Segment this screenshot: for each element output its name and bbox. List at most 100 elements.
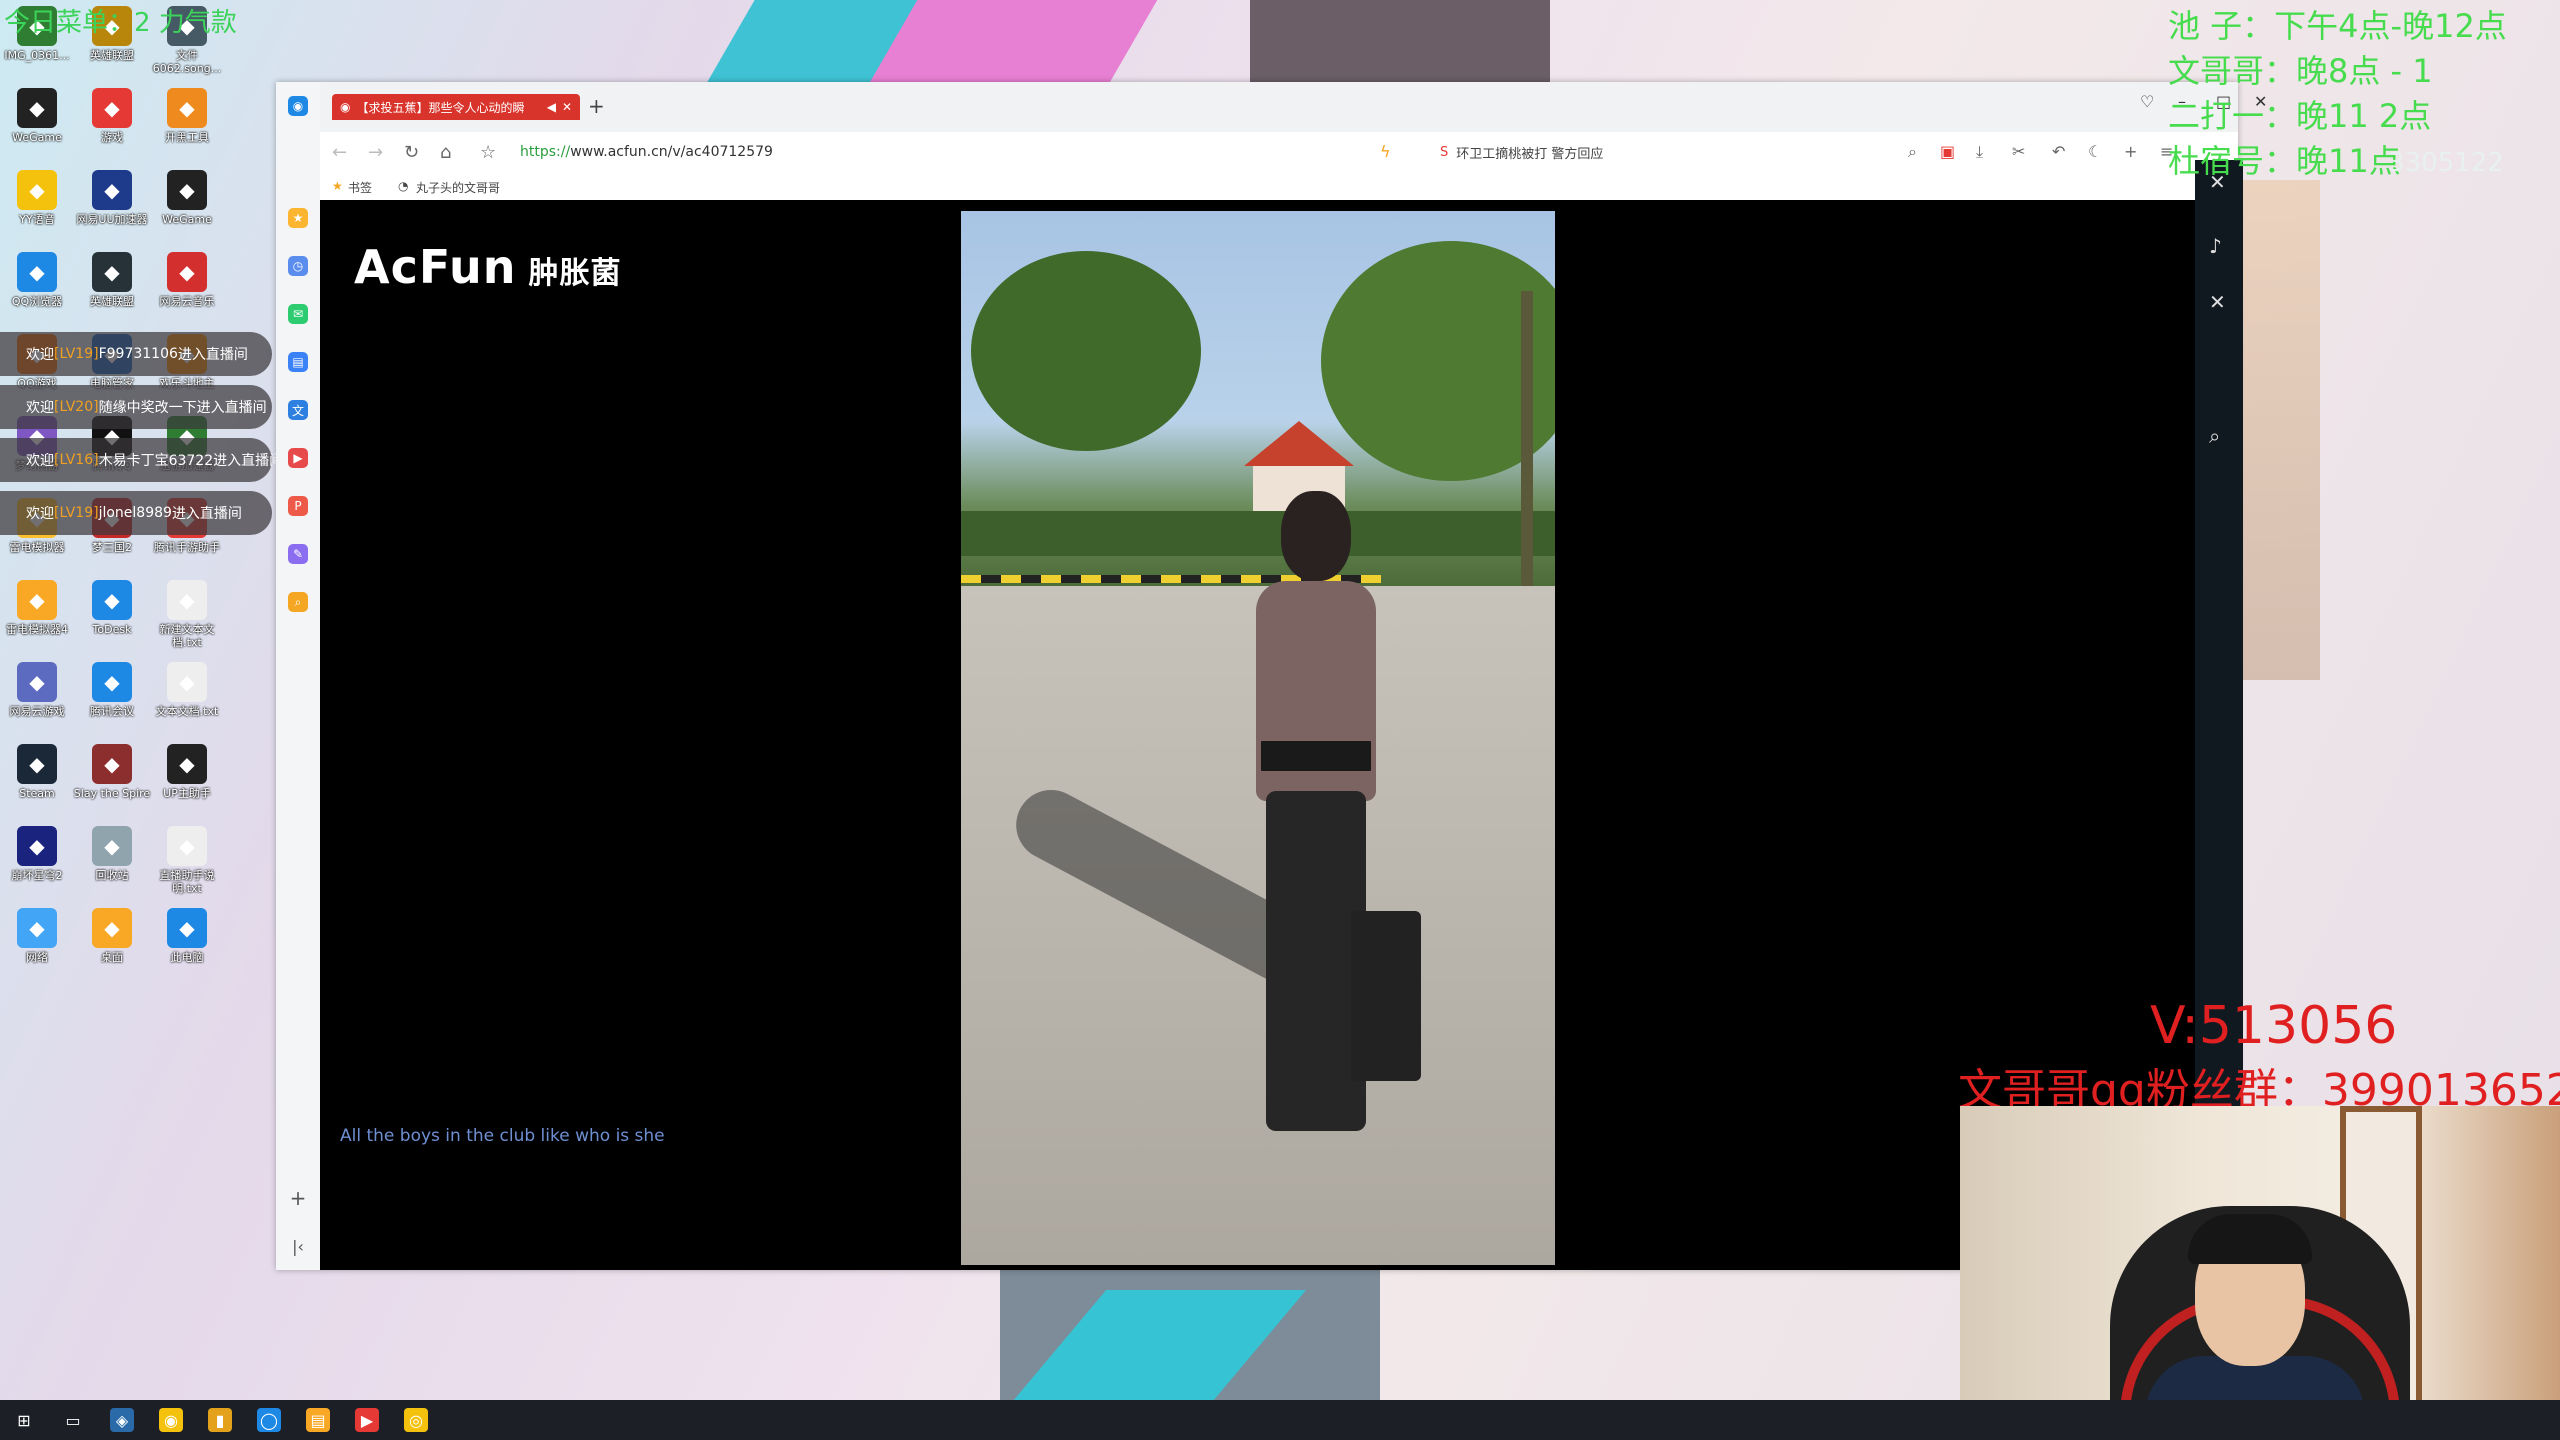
desktop-icon[interactable]: ◆ 回收站 [77, 826, 147, 882]
schedule-line: 文哥哥：晚8点 - 1 [2168, 52, 2433, 90]
wps-icon[interactable]: ▶ [355, 1408, 379, 1432]
game-icon: ◆ [92, 88, 132, 128]
desktop-icon-label: 雷电模拟器4 [6, 623, 68, 636]
bell-icon[interactable]: ♪ [2209, 234, 2222, 258]
collapse-sidebar-icon[interactable]: |‹ [288, 1236, 308, 1256]
back-icon[interactable]: ← [332, 142, 347, 163]
chat-level: [LV19] [54, 346, 99, 362]
history-icon[interactable]: ◷ [288, 256, 308, 276]
url-field[interactable]: https://www.acfun.cn/v/ac40712579 [520, 144, 773, 160]
text-file-icon: ◆ [167, 826, 207, 866]
close-icon[interactable]: ✕ [2209, 290, 2226, 314]
desktop-icon[interactable]: ◆ 雷电模拟器4 [2, 580, 72, 636]
bookmark-item[interactable]: 书签 [348, 179, 372, 196]
refresh-icon[interactable]: ↻ [404, 142, 419, 163]
desktop-icon[interactable]: ◆ 网络 [2, 908, 72, 964]
desktop-icon[interactable]: ◆ 英雄联盟 [77, 252, 147, 308]
video-icon[interactable]: ▶ [288, 448, 308, 468]
todesk-icon: ◆ [92, 580, 132, 620]
lightning-icon[interactable]: ϟ [1380, 142, 1391, 161]
page-content: AcFun 肿胀菌 All the boys in the club like w… [320, 200, 2238, 1270]
new-tab-icon[interactable]: + [588, 94, 605, 118]
file-explorer-icon[interactable]: ▤ [306, 1408, 330, 1432]
forward-icon[interactable]: → [368, 142, 383, 163]
skin-icon[interactable]: ♡ [2140, 92, 2154, 111]
desktop-icon[interactable]: ◆ QQ浏览器 [2, 252, 72, 308]
desktop-icon[interactable]: ◆ 网易UU加速器 [76, 170, 148, 226]
desktop-icon[interactable]: ◆ UP主助手 [152, 744, 222, 800]
undo-icon[interactable]: ↶ [2052, 142, 2065, 161]
desktop-icon[interactable]: ◆ 网易云游戏 [2, 662, 72, 718]
acfun-favicon-icon: ◉ [340, 100, 351, 114]
desktop-icon[interactable]: ◆ 文本文档.txt [152, 662, 222, 718]
chrome-icon[interactable]: ◉ [159, 1408, 183, 1432]
night-mode-icon[interactable]: ☾ [2088, 142, 2102, 161]
stream-app-icon[interactable]: ◈ [110, 1408, 134, 1432]
screenshot-icon[interactable]: ✂ [2012, 142, 2025, 161]
desktop-icon-label: 此电脑 [170, 951, 204, 964]
bookmark-star-icon[interactable]: ☆ [480, 142, 496, 163]
desktop-icon[interactable]: ◆ WeGame [2, 88, 72, 144]
logo-text: AcFun [354, 240, 517, 294]
desktop-icon[interactable]: ◆ 腾讯会议 [77, 662, 147, 718]
search-box[interactable]: S 环卫工摘桃被打 警方回应 [1440, 140, 1700, 164]
video-player[interactable] [961, 211, 1555, 1265]
chat-message: 欢迎 [LV16] 木易卡丁宝63722 进入直播间 [0, 438, 283, 482]
desktop-icon[interactable]: ◆ 此电脑 [152, 908, 222, 964]
lol-icon: ◆ [92, 252, 132, 292]
search-icon[interactable]: ⌕ [1908, 142, 1917, 162]
bookmark-star-icon: ★ [332, 179, 343, 193]
mute-icon[interactable]: ◀ [547, 100, 556, 114]
desktop-icon[interactable]: ◆ 网易云音乐 [152, 252, 222, 308]
search-icon[interactable]: ⌕ [2209, 424, 2220, 448]
desktop-icon-label: 英雄联盟 [90, 49, 134, 62]
desktop-icon[interactable]: ◆ 开黑工具 [152, 88, 222, 144]
home-icon[interactable]: ⌂ [440, 142, 451, 163]
desktop-icon[interactable]: ◆ Slay the Spire [74, 744, 150, 800]
search-tool-icon[interactable]: ⌕ [288, 592, 308, 612]
schedule-line: 池 子：下午4点-晚12点 [2168, 7, 2507, 45]
desktop-icon[interactable]: ◆ Steam [2, 744, 72, 800]
bookmark-item[interactable]: 丸子头的文哥哥 [416, 179, 500, 196]
extension-icon[interactable]: ▣ [1940, 142, 1955, 161]
chat-user: jlonel8989 [98, 505, 172, 521]
desktop-icon[interactable]: ◆ 崩坏星穹2 [2, 826, 72, 882]
download-icon[interactable]: ⤓ [1976, 142, 1983, 162]
tab-close-icon[interactable]: ✕ [562, 100, 572, 114]
desktop-icon-label: Slay the Spire [73, 787, 151, 800]
browser-sidebar: ◉ ★ ◷ ✉ ▤ 文 ▶ P ✎ ⌕ + |‹ [276, 82, 321, 1270]
edit-icon[interactable]: ✎ [288, 544, 308, 564]
video-tree [1321, 241, 1555, 481]
pdf-icon[interactable]: P [288, 496, 308, 516]
desktop-icon[interactable]: ◆ WeGame [152, 170, 222, 226]
desktop-icon[interactable]: ◆ YY语音 [2, 170, 72, 226]
windows-start-icon[interactable]: ⊞ [12, 1408, 36, 1432]
desktop-icon[interactable]: ◆ 桌面 [77, 908, 147, 964]
file-app-icon[interactable]: ▮ [208, 1408, 232, 1432]
video-lamp [1521, 291, 1533, 631]
add-sidebar-icon[interactable]: + [288, 1186, 308, 1210]
chat-message: 欢迎 [LV20] 随缘中奖改一下 进入直播间 [0, 385, 272, 429]
desktop-icon[interactable]: ◆ ToDesk [77, 580, 147, 636]
desktop-icon[interactable]: ◆ 游戏 [77, 88, 147, 144]
tab-bar: ◉ 【求投五蕉】那些令人心动的瞬 ◀ ✕ + ♡ – □ ✕ [320, 82, 2267, 132]
video-roof [1244, 421, 1354, 466]
qq-browser-icon[interactable]: ◯ [257, 1408, 281, 1432]
desktop-icon[interactable]: ◆ 直播助手说明.txt [152, 826, 222, 895]
add-icon[interactable]: + [2124, 142, 2137, 161]
browser-logo-icon[interactable]: ◉ [288, 96, 308, 116]
tab-active[interactable]: ◉ 【求投五蕉】那些令人心动的瞬 ◀ ✕ [332, 94, 580, 120]
steam-icon: ◆ [17, 744, 57, 784]
chat-level: [LV20] [54, 399, 99, 415]
yy-icon[interactable]: ◎ [404, 1408, 428, 1432]
chat-level: [LV19] [54, 505, 99, 521]
acfun-logo[interactable]: AcFun 肿胀菌 [354, 240, 622, 294]
favorites-icon[interactable]: ★ [288, 208, 308, 228]
url-scheme: https:// [520, 144, 571, 160]
task-view-icon[interactable]: ▭ [61, 1408, 85, 1432]
docs-icon[interactable]: ▤ [288, 352, 308, 372]
desktop-icon[interactable]: ◆ 新建文本文档.txt [152, 580, 222, 649]
translate-icon[interactable]: 文 [288, 400, 308, 420]
wegame-icon: ◆ [167, 170, 207, 210]
wechat-icon[interactable]: ✉ [288, 304, 308, 324]
